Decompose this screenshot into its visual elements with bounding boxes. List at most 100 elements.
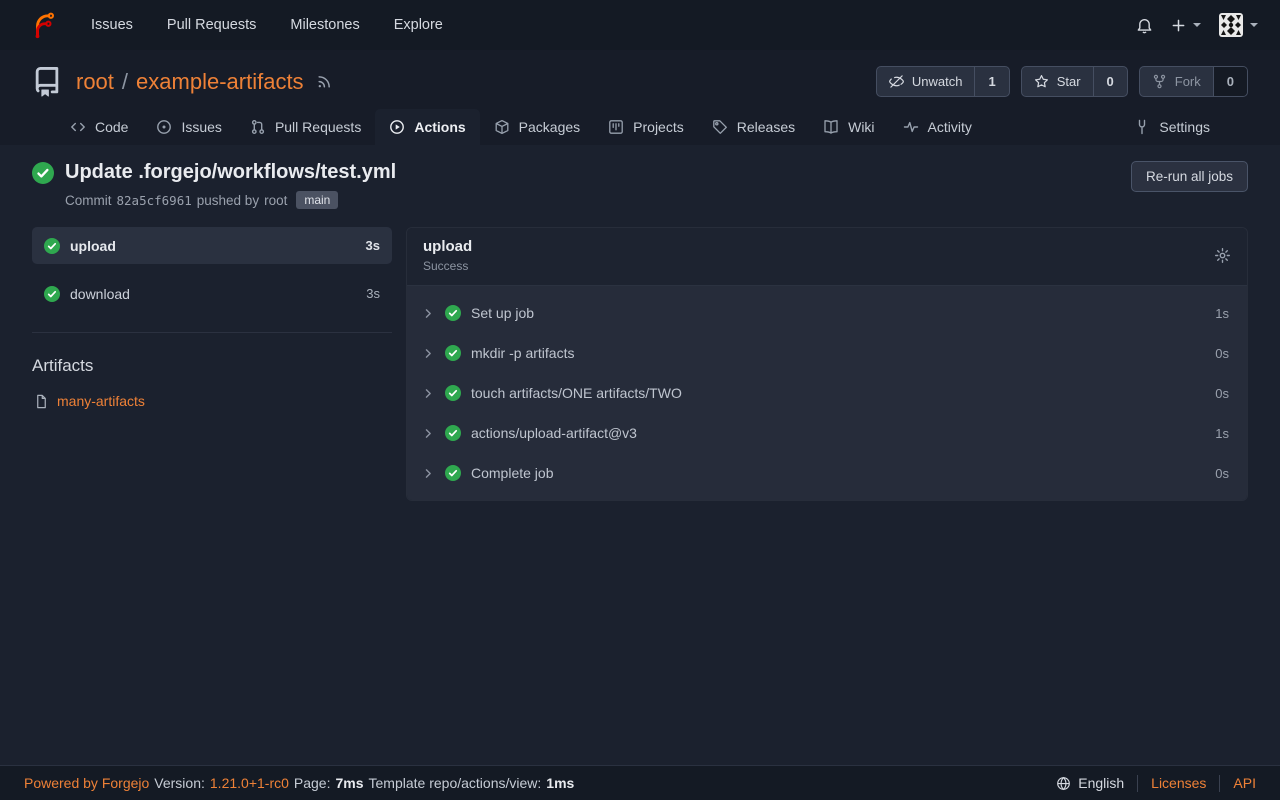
commit-label: Commit	[65, 193, 112, 208]
nav-item-explore[interactable]: Explore	[377, 9, 460, 41]
step-row-upload-artifact[interactable]: actions/upload-artifact@v3 1s	[407, 413, 1247, 453]
step-duration: 0s	[1215, 386, 1229, 401]
tab-pull-requests-label: Pull Requests	[275, 119, 361, 135]
job-options-button[interactable]	[1214, 247, 1231, 264]
caret-down-icon	[1250, 23, 1258, 27]
tab-releases-label: Releases	[737, 119, 795, 135]
tab-activity[interactable]: Activity	[889, 109, 986, 145]
forgejo-logo-icon	[28, 10, 58, 40]
job-duration: 3s	[366, 238, 380, 253]
star-button[interactable]: Star 0	[1021, 66, 1128, 97]
tab-issues-label: Issues	[181, 119, 221, 135]
tab-releases[interactable]: Releases	[698, 109, 809, 145]
star-icon	[1034, 74, 1049, 89]
job-steps-list: Set up job 1s mkdir -p artifacts 0s touc…	[407, 286, 1247, 500]
step-row-setup-job[interactable]: Set up job 1s	[407, 293, 1247, 333]
job-duration: 3s	[366, 286, 380, 301]
chevron-right-icon	[422, 467, 435, 480]
fork-button[interactable]: Fork 0	[1139, 66, 1248, 97]
repo-tabs: Code Issues Pull Requests Actions P	[32, 97, 1248, 145]
step-row-mkdir[interactable]: mkdir -p artifacts 0s	[407, 333, 1247, 373]
jobs-sidebar: upload 3s download 3s Artifacts many-art…	[32, 227, 392, 409]
chevron-right-icon	[422, 387, 435, 400]
tab-settings[interactable]: Settings	[1120, 109, 1224, 145]
job-detail-panel: upload Success Set up job 1s	[406, 227, 1248, 501]
nav-item-issues[interactable]: Issues	[74, 9, 150, 41]
tab-actions-label: Actions	[414, 119, 465, 135]
branch-badge[interactable]: main	[296, 191, 338, 209]
forgejo-logo[interactable]	[28, 10, 58, 40]
run-title: Update .forgejo/workflows/test.yml	[65, 161, 396, 184]
version-link[interactable]: 1.21.0+1-rc0	[210, 775, 289, 791]
unwatch-button[interactable]: Unwatch 1	[876, 66, 1010, 97]
step-name: Set up job	[471, 305, 534, 321]
tab-code[interactable]: Code	[56, 109, 142, 145]
nav-item-milestones[interactable]: Milestones	[273, 9, 376, 41]
watch-count[interactable]: 1	[974, 67, 1008, 96]
star-count[interactable]: 0	[1093, 67, 1127, 96]
caret-down-icon	[1193, 23, 1201, 27]
chevron-right-icon	[422, 307, 435, 320]
language-label: English	[1078, 775, 1124, 791]
success-check-icon	[32, 162, 54, 184]
job-item-upload[interactable]: upload 3s	[32, 227, 392, 264]
step-row-touch-artifacts[interactable]: touch artifacts/ONE artifacts/TWO 0s	[407, 373, 1247, 413]
artifact-item: many-artifacts	[32, 393, 392, 409]
repo-header: root / example-artifacts Unwatch 1	[0, 50, 1280, 145]
success-check-icon	[445, 465, 461, 481]
api-link[interactable]: API	[1220, 775, 1256, 791]
issue-opened-icon	[156, 119, 172, 135]
job-item-download[interactable]: download 3s	[32, 275, 392, 312]
author-link[interactable]: root	[264, 193, 287, 208]
repo-breadcrumb: root / example-artifacts	[76, 69, 304, 95]
step-name: touch artifacts/ONE artifacts/TWO	[471, 385, 682, 401]
eye-slash-icon	[889, 74, 904, 89]
notifications-button[interactable]	[1134, 13, 1155, 38]
page-time-value: 7ms	[335, 775, 363, 791]
tag-icon	[712, 119, 728, 135]
template-time-value: 1ms	[546, 775, 574, 791]
step-name: actions/upload-artifact@v3	[471, 425, 637, 441]
success-check-icon	[445, 305, 461, 321]
tab-projects[interactable]: Projects	[594, 109, 698, 145]
fork-count[interactable]: 0	[1213, 67, 1247, 96]
bell-icon	[1136, 17, 1153, 34]
footer-info: Powered by Forgejo Version: 1.21.0+1-rc0…	[24, 775, 574, 791]
rerun-all-jobs-button[interactable]: Re-run all jobs	[1131, 161, 1248, 192]
play-circle-icon	[389, 119, 405, 135]
artifact-download-link[interactable]: many-artifacts	[57, 393, 145, 409]
repo-name-link[interactable]: example-artifacts	[136, 69, 304, 95]
tab-packages[interactable]: Packages	[480, 109, 594, 145]
tab-packages-label: Packages	[519, 119, 580, 135]
create-new-button[interactable]	[1169, 14, 1203, 37]
tab-projects-label: Projects	[633, 119, 684, 135]
nav-item-pull-requests[interactable]: Pull Requests	[150, 9, 273, 41]
powered-by-link[interactable]: Powered by Forgejo	[24, 775, 149, 791]
success-check-icon	[44, 238, 60, 254]
chevron-right-icon	[422, 427, 435, 440]
tab-activity-label: Activity	[928, 119, 972, 135]
language-selector[interactable]: English	[1056, 775, 1137, 791]
rss-feed-button[interactable]	[316, 73, 333, 90]
step-duration: 1s	[1215, 306, 1229, 321]
actions-run-view: Update .forgejo/workflows/test.yml Commi…	[0, 145, 1280, 501]
user-menu-button[interactable]	[1217, 9, 1260, 41]
commit-sha-link[interactable]: 82a5cf6961	[117, 193, 192, 208]
run-title-block: Update .forgejo/workflows/test.yml Commi…	[32, 161, 396, 209]
tab-pull-requests[interactable]: Pull Requests	[236, 109, 375, 145]
rss-icon	[316, 73, 333, 90]
tab-settings-label: Settings	[1159, 119, 1210, 135]
tab-actions[interactable]: Actions	[375, 109, 479, 145]
success-check-icon	[445, 425, 461, 441]
globe-icon	[1056, 776, 1071, 791]
breadcrumb-separator: /	[122, 69, 128, 95]
page-footer: Powered by Forgejo Version: 1.21.0+1-rc0…	[0, 765, 1280, 800]
licenses-link[interactable]: Licenses	[1138, 775, 1219, 791]
tab-wiki[interactable]: Wiki	[809, 109, 888, 145]
job-detail-name: upload	[423, 238, 472, 255]
tab-issues[interactable]: Issues	[142, 109, 235, 145]
step-duration: 0s	[1215, 346, 1229, 361]
step-row-complete-job[interactable]: Complete job 0s	[407, 453, 1247, 493]
footer-links: English Licenses API	[1056, 775, 1256, 792]
repo-owner-link[interactable]: root	[76, 69, 114, 95]
